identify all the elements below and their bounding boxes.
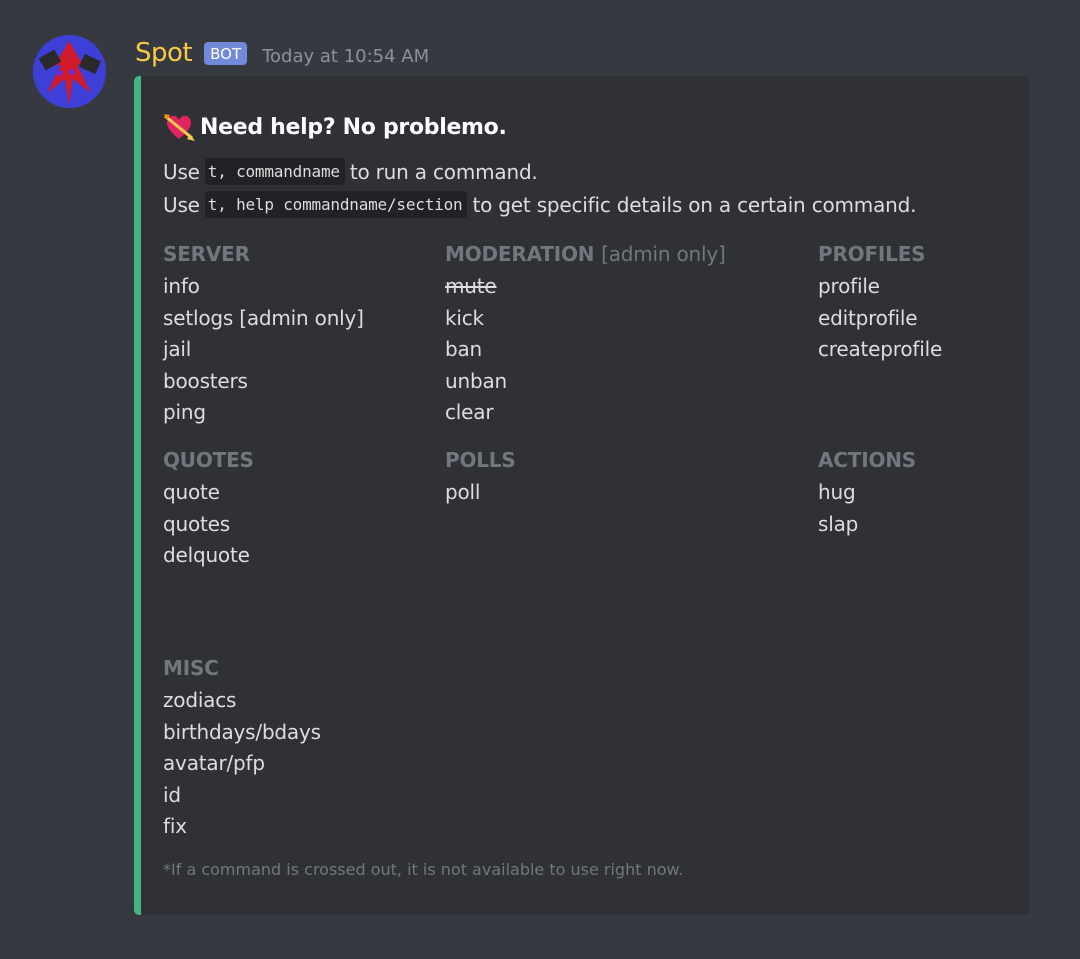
- username[interactable]: Spot: [135, 38, 193, 68]
- field-misc-name: MISC: [163, 656, 219, 680]
- embed-color-bar: [134, 76, 141, 915]
- embed-title: Need help? No problemo.: [162, 110, 507, 144]
- chat-message: Spot BOT Today at 10:54 AM Need help? No…: [0, 0, 1080, 959]
- bot-tag: BOT: [204, 41, 248, 65]
- command-item: unban: [445, 368, 507, 393]
- field-moderation-sub: [admin only]: [601, 242, 726, 266]
- field-moderation: MODERATION [admin only] mute kick ban un…: [445, 237, 726, 429]
- command-item: birthdays/bdays: [163, 719, 321, 744]
- desc1-code: t, commandname: [204, 158, 345, 185]
- command-item: createprofile: [818, 337, 943, 361]
- command-item: delquote: [163, 543, 250, 567]
- desc2-code: t, help commandname/section: [204, 191, 468, 218]
- command-item: slap: [818, 511, 859, 536]
- command-item: setlogs [admin only]: [163, 305, 364, 330]
- desc1-pre: Use: [163, 159, 200, 184]
- field-actions-name: ACTIONS: [818, 448, 916, 472]
- command-item-crossed-out: mute: [445, 274, 497, 298]
- field-quotes: QUOTES quote quotes delquote: [163, 443, 254, 572]
- field-polls: POLLS poll: [445, 443, 516, 509]
- command-item: boosters: [163, 368, 248, 393]
- description-line-1: Use t, commandname to run a command.: [163, 158, 538, 185]
- field-moderation-title: MODERATION: [445, 242, 595, 266]
- avatar-image: [33, 35, 106, 108]
- desc2-post: to get specific details on a certain com…: [472, 192, 917, 217]
- command-item: editprofile: [818, 305, 918, 330]
- command-item: profile: [818, 274, 880, 298]
- command-item: quotes: [163, 511, 230, 536]
- field-server-name: SERVER: [163, 242, 250, 266]
- command-item: quote: [163, 480, 220, 504]
- message-header: Spot BOT Today at 10:54 AM: [135, 36, 429, 70]
- message-timestamp: Today at 10:54 AM: [262, 45, 430, 67]
- field-profiles: PROFILES profile editprofile createprofi…: [818, 237, 942, 366]
- heart-with-arrow-icon: [164, 114, 195, 141]
- help-embed: Need help? No problemo. Use t, commandna…: [134, 76, 1030, 915]
- field-moderation-name: MODERATION [admin only]: [445, 237, 726, 271]
- desc1-post: to run a command.: [349, 159, 538, 184]
- field-polls-name: POLLS: [445, 448, 516, 472]
- command-item: id: [163, 782, 181, 807]
- command-item: kick: [445, 305, 484, 330]
- command-item: hug: [818, 480, 856, 504]
- field-profiles-name: PROFILES: [818, 242, 926, 266]
- command-item: poll: [445, 480, 481, 504]
- command-item: clear: [445, 400, 494, 424]
- command-item: fix: [163, 814, 187, 838]
- command-item: ping: [163, 400, 206, 424]
- field-actions: ACTIONS hug slap: [818, 443, 916, 540]
- description-line-2: Use t, help commandname/section to get s…: [163, 191, 916, 218]
- command-item: avatar/pfp: [163, 751, 265, 775]
- field-server: SERVER info setlogs [admin only] jail bo…: [163, 237, 364, 429]
- command-item: jail: [163, 337, 192, 361]
- command-item: info: [163, 274, 200, 298]
- desc2-pre: Use: [163, 192, 200, 217]
- footer-note: *If a command is crossed out, it is not …: [163, 860, 684, 879]
- user-avatar[interactable]: [33, 35, 106, 108]
- embed-title-text: Need help? No problemo.: [200, 114, 507, 140]
- field-quotes-name: QUOTES: [163, 448, 254, 472]
- command-item: ban: [445, 337, 483, 361]
- command-item: zodiacs: [163, 688, 237, 712]
- field-misc: MISC zodiacs birthdays/bdays avatar/pfp …: [163, 651, 321, 843]
